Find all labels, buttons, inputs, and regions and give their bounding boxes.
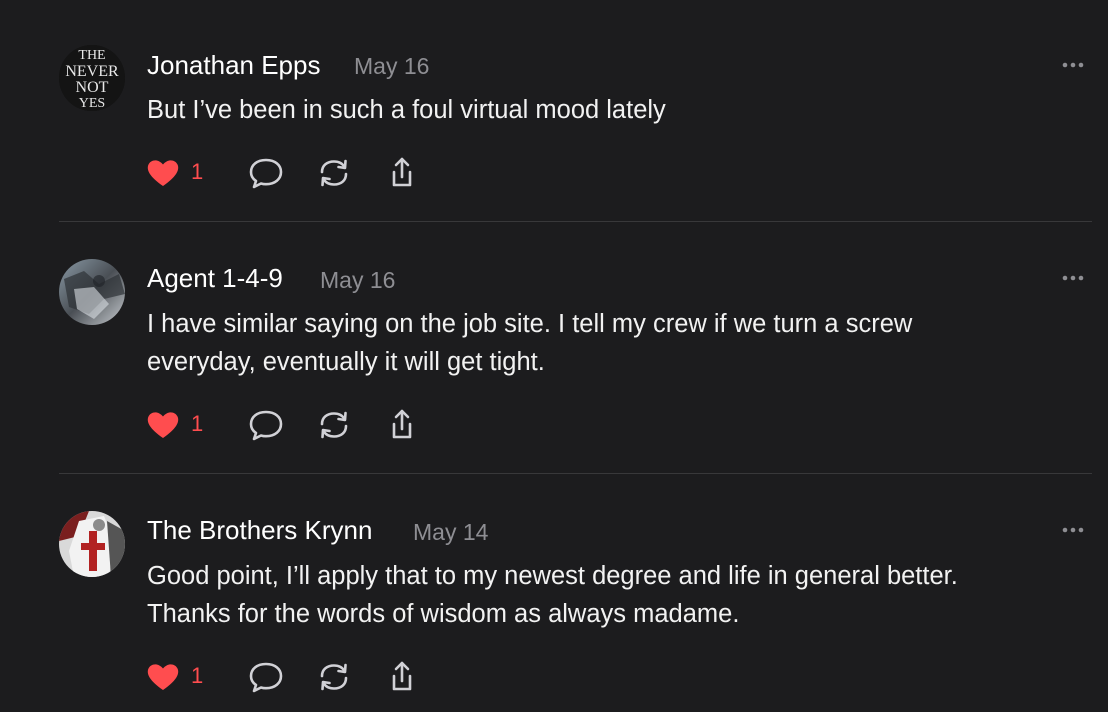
speech-bubble-icon — [249, 662, 283, 693]
comment-body-line: Thanks for the words of wisdom as always… — [147, 600, 740, 628]
comment-body: Good point, I’ll apply that to my newest… — [147, 557, 1067, 633]
like-count: 1 — [191, 663, 204, 688]
avatar-image — [59, 511, 125, 577]
like-button[interactable]: 1 — [145, 659, 215, 695]
heart-icon — [147, 664, 179, 690]
avatar[interactable] — [59, 511, 125, 577]
reply-button[interactable] — [246, 659, 286, 695]
author-name[interactable]: The Brothers Krynn — [147, 515, 372, 546]
restack-icon — [320, 663, 348, 691]
comment-body-line: Good point, I’ll apply that to my newest… — [147, 562, 958, 590]
comment-item: The Brothers Krynn May 14 Good point, I’… — [0, 0, 1108, 712]
more-options-button[interactable] — [1058, 523, 1088, 537]
share-button[interactable] — [382, 659, 422, 695]
more-dots-icon — [1062, 527, 1084, 533]
comment-actions: 1 — [145, 659, 435, 695]
comment-date[interactable]: May 14 — [413, 519, 488, 546]
restack-button[interactable] — [314, 659, 354, 695]
share-icon — [392, 661, 412, 691]
